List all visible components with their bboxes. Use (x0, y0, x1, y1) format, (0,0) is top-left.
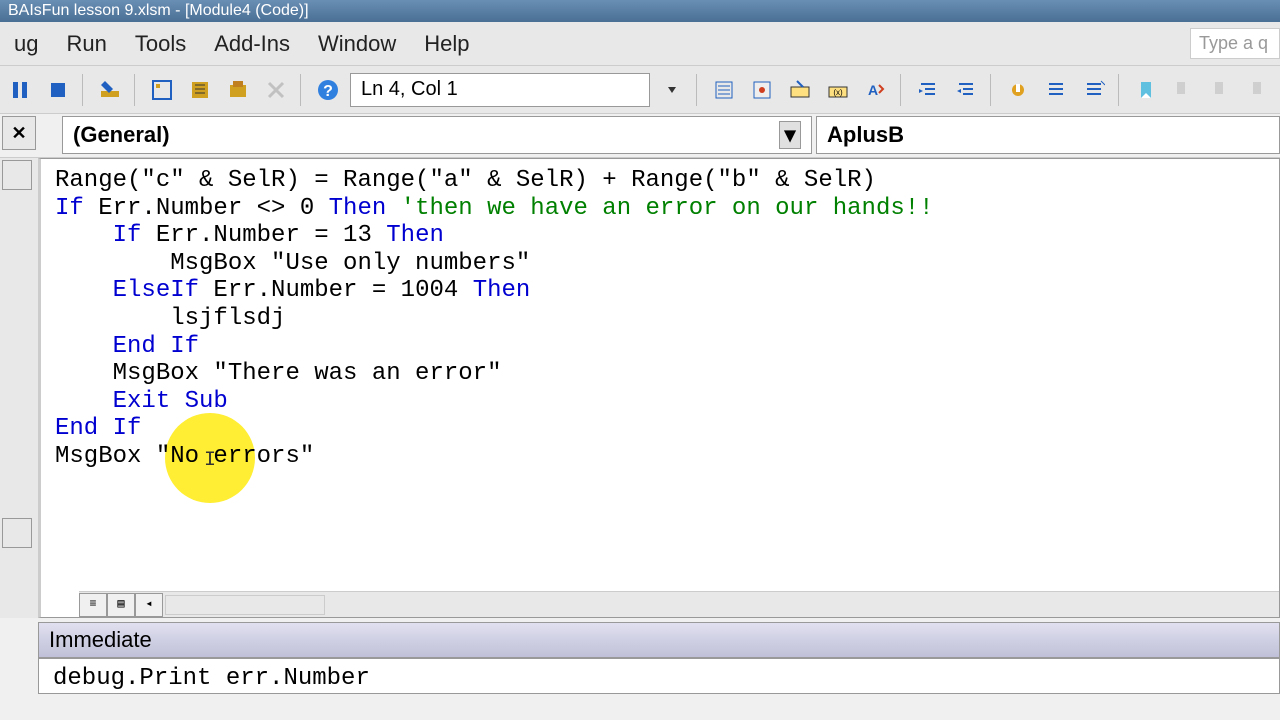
object-dropdown-value: (General) (73, 122, 170, 148)
procedure-dropdown[interactable]: AplusB (816, 116, 1280, 154)
prev-bookmark-icon[interactable] (1206, 74, 1238, 106)
code-line: If Err.Number <> 0 Then 'then we have an… (55, 195, 1265, 223)
gutter-box[interactable] (2, 160, 32, 190)
immediate-window[interactable]: debug.Print err.Number (38, 658, 1280, 694)
next-bookmark-icon[interactable] (1168, 74, 1200, 106)
left-gutter (0, 158, 38, 618)
code-line: MsgBox "There was an error" (55, 360, 1265, 388)
svg-text:(x): (x) (833, 88, 843, 97)
cursor-position: Ln 4, Col 1 (350, 73, 650, 107)
immediate-title: Immediate (49, 627, 152, 653)
code-line: If Err.Number = 13 Then (55, 222, 1265, 250)
window-title: BAIsFun lesson 9.xlsm - [Module4 (Code)] (8, 2, 309, 20)
code-line: MsgBox "No errors" (55, 443, 1265, 471)
separator (82, 74, 86, 106)
code-line: MsgBox "Use only numbers" (55, 250, 1265, 278)
separator (900, 74, 904, 106)
text-cursor: I (204, 449, 216, 472)
parameter-info-icon[interactable]: (x) (822, 74, 854, 106)
svg-text:?: ? (323, 83, 333, 100)
procedure-view-button[interactable]: ≡ (79, 593, 107, 617)
separator (696, 74, 700, 106)
scroll-left-button[interactable]: ◂ (135, 593, 163, 617)
close-button[interactable]: ✕ (2, 116, 36, 150)
stop-icon[interactable] (42, 74, 74, 106)
pause-icon[interactable] (4, 74, 36, 106)
help-icon[interactable]: ? (312, 74, 344, 106)
project-explorer-icon[interactable] (146, 74, 178, 106)
list-constants-icon[interactable] (746, 74, 778, 106)
outdent-icon[interactable] (950, 74, 982, 106)
svg-text:A: A (868, 82, 878, 98)
code-line: End If (55, 333, 1265, 361)
dropdown-arrow-icon[interactable] (656, 74, 688, 106)
toolbar: ? Ln 4, Col 1 (x) A (0, 66, 1280, 114)
code-line: Exit Sub (55, 388, 1265, 416)
bookmark-icon[interactable] (1130, 74, 1162, 106)
object-browser-icon[interactable] (222, 74, 254, 106)
design-mode-icon[interactable] (94, 74, 126, 106)
code-content: Range("c" & SelR) = Range("a" & SelR) + … (55, 167, 1265, 471)
indent-icon[interactable] (912, 74, 944, 106)
gutter-box[interactable] (2, 518, 32, 548)
menu-bar: ug Run Tools Add-Ins Window Help Type a … (0, 22, 1280, 66)
separator (134, 74, 138, 106)
chevron-down-icon: ▾ (779, 121, 801, 149)
scroll-controls: ≡ ▤ ◂ (79, 591, 1279, 617)
breakpoint-icon[interactable] (1002, 74, 1034, 106)
complete-word-icon[interactable]: A (860, 74, 892, 106)
immediate-content: debug.Print err.Number (53, 665, 370, 692)
menu-tools[interactable]: Tools (121, 25, 200, 63)
menu-addins[interactable]: Add-Ins (200, 25, 304, 63)
type-question-box[interactable]: Type a q (1190, 28, 1280, 59)
immediate-window-header[interactable]: Immediate (38, 622, 1280, 658)
code-editor[interactable]: I Range("c" & SelR) = Range("a" & SelR) … (38, 158, 1280, 618)
full-module-view-button[interactable]: ▤ (107, 593, 135, 617)
code-line: End If (55, 415, 1265, 443)
object-dropdown[interactable]: (General) ▾ (62, 116, 812, 154)
list-properties-icon[interactable] (708, 74, 740, 106)
menu-help[interactable]: Help (410, 25, 483, 63)
title-bar: BAIsFun lesson 9.xlsm - [Module4 (Code)] (0, 0, 1280, 22)
dropdown-row: ✕ (General) ▾ AplusB (0, 114, 1280, 158)
menu-run[interactable]: Run (52, 25, 120, 63)
menu-window[interactable]: Window (304, 25, 410, 63)
comment-block-icon[interactable] (1040, 74, 1072, 106)
procedure-dropdown-value: AplusB (827, 122, 904, 148)
menu-debug[interactable]: ug (0, 25, 52, 63)
separator (1118, 74, 1122, 106)
code-line: ElseIf Err.Number = 1004 Then (55, 277, 1265, 305)
properties-icon[interactable] (184, 74, 216, 106)
toolbox-icon[interactable] (260, 74, 292, 106)
separator (990, 74, 994, 106)
position-text: Ln 4, Col 1 (361, 78, 458, 101)
uncomment-block-icon[interactable] (1078, 74, 1110, 106)
code-line: lsjflsdj (55, 305, 1265, 333)
horizontal-scrollbar[interactable] (165, 595, 325, 615)
close-icon: ✕ (11, 123, 26, 144)
separator (300, 74, 304, 106)
menu-left: ug Run Tools Add-Ins Window Help (0, 25, 484, 63)
quick-info-icon[interactable] (784, 74, 816, 106)
code-line: Range("c" & SelR) = Range("a" & SelR) + … (55, 167, 1265, 195)
clear-bookmarks-icon[interactable] (1244, 74, 1276, 106)
